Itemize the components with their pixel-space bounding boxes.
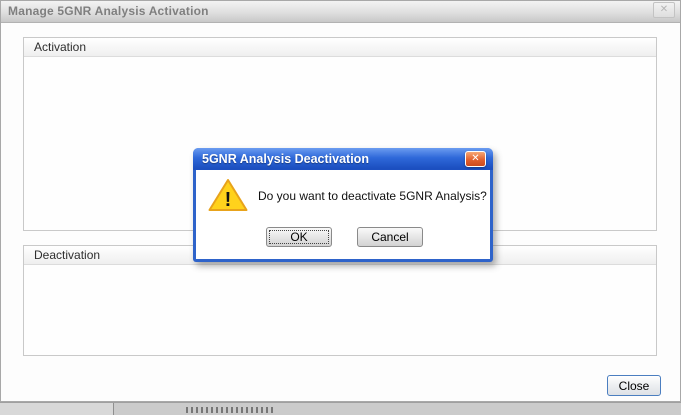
dialog-titlebar[interactable]: Manage 5GNR Analysis Activation ✕ <box>0 0 681 23</box>
ok-button[interactable]: OK <box>266 227 332 247</box>
warning-icon: ! <box>208 178 248 212</box>
modal-title: 5GNR Analysis Deactivation <box>202 152 369 166</box>
modal-close-icon[interactable]: ✕ <box>465 151 486 167</box>
svg-text:!: ! <box>225 189 232 211</box>
cancel-button[interactable]: Cancel <box>357 227 423 247</box>
modal-message: Do you want to deactivate 5GNR Analysis? <box>258 189 487 203</box>
close-button[interactable]: Close <box>607 375 661 396</box>
deactivation-header-label: Deactivation <box>34 248 100 262</box>
modal-titlebar[interactable]: 5GNR Analysis Deactivation ✕ <box>193 148 493 170</box>
background-app-text-fragment <box>186 407 276 413</box>
dialog-title: Manage 5GNR Analysis Activation <box>8 4 209 18</box>
background-app-panel <box>0 403 114 415</box>
deactivation-confirm-dialog: 5GNR Analysis Deactivation ✕ ! Do you wa… <box>193 148 493 262</box>
manage-activation-dialog: Manage 5GNR Analysis Activation ✕ Activa… <box>0 0 681 415</box>
dialog-close-icon[interactable]: ✕ <box>653 2 675 18</box>
modal-body: ! Do you want to deactivate 5GNR Analysi… <box>196 170 490 259</box>
activation-panel-header: Activation <box>24 38 656 57</box>
activation-header-label: Activation <box>34 40 86 54</box>
